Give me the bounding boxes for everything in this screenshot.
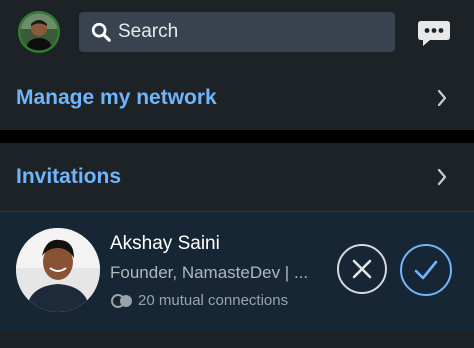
- top-bar: Search: [0, 0, 474, 66]
- search-bar[interactable]: Search: [79, 12, 395, 52]
- search-icon: [91, 22, 111, 42]
- mutual-connections-icon: [111, 293, 132, 308]
- inviter-name[interactable]: Akshay Saini: [110, 233, 220, 255]
- next-section: [0, 332, 474, 348]
- invitations-row[interactable]: Invitations: [0, 143, 474, 212]
- mutual-connections: 20 mutual connections: [110, 292, 288, 309]
- messaging-icon[interactable]: [417, 18, 451, 48]
- close-icon: [352, 259, 372, 279]
- profile-avatar[interactable]: [18, 11, 60, 53]
- check-icon: [414, 260, 438, 280]
- inviter-headline: Founder, NamasteDev | ...: [110, 263, 309, 282]
- chevron-right-icon: [437, 89, 447, 107]
- manage-network-label: Manage my network: [16, 86, 217, 109]
- accept-button[interactable]: [400, 244, 452, 296]
- chevron-right-icon: [437, 168, 447, 186]
- inviter-avatar[interactable]: [16, 228, 100, 312]
- manage-network-row[interactable]: Manage my network: [0, 66, 474, 130]
- ignore-button[interactable]: [337, 244, 387, 294]
- invitations-label: Invitations: [16, 165, 122, 188]
- mutual-connections-label: 20 mutual connections: [138, 292, 289, 309]
- search-placeholder: Search: [118, 21, 179, 42]
